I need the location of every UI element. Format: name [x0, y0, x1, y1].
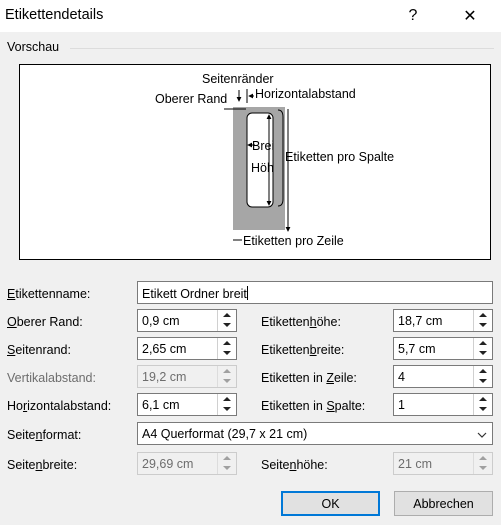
preview-breite: Brei	[252, 139, 275, 153]
etikettenbreite-label: Etikettenbreite:	[261, 343, 345, 357]
etikettenhoehe-stepper[interactable]: 18,7 cm	[393, 309, 493, 332]
oberer-rand-label: Oberer Rand:	[7, 315, 83, 329]
horizontalabstand-value: 6,1 cm	[142, 398, 180, 412]
spin-down-icon[interactable]	[218, 320, 236, 330]
seitenhoehe-spin	[473, 453, 492, 474]
horizontalabstand-stepper[interactable]: 6,1 cm	[137, 393, 237, 416]
help-button[interactable]: ?	[390, 0, 436, 32]
etiketten-in-zeile-label: Etiketten in Zeile:	[261, 371, 357, 385]
help-icon: ?	[408, 7, 418, 24]
etikettenname-value: Etikett Ordner breit	[142, 287, 247, 301]
oberer-rand-stepper[interactable]: 0,9 cm	[137, 309, 237, 332]
spin-up-icon[interactable]	[474, 394, 492, 404]
etikettenbreite-spin[interactable]	[473, 338, 492, 359]
seitenformat-select[interactable]: A4 Querformat (29,7 x 21 cm)	[137, 422, 493, 445]
etiketten-in-spalte-spin[interactable]	[473, 394, 492, 415]
etiketten-in-spalte-stepper[interactable]: 1	[393, 393, 493, 416]
spin-down-icon[interactable]	[218, 404, 236, 414]
seitenhoehe-label: Seitenhöhe:	[261, 458, 328, 472]
etikettenname-input[interactable]: Etikett Ordner breit	[137, 281, 493, 304]
seitenformat-value: A4 Querformat (29,7 x 21 cm)	[142, 427, 308, 441]
spin-up-icon[interactable]	[474, 338, 492, 348]
etikettenbreite-value: 5,7 cm	[398, 342, 436, 356]
etiketten-in-spalte-value: 1	[398, 398, 405, 412]
oberer-rand-spin[interactable]	[217, 310, 236, 331]
etikettenhoehe-label: Etikettenhöhe:	[261, 315, 341, 329]
close-icon: ✕	[463, 8, 477, 25]
seitenhoehe-stepper: 21 cm	[393, 452, 493, 475]
spin-down-icon[interactable]	[218, 348, 236, 358]
ok-button[interactable]: OK	[281, 491, 380, 516]
text-caret	[246, 286, 248, 300]
etiketten-in-zeile-value: 4	[398, 370, 405, 384]
close-button[interactable]: ✕	[447, 0, 493, 32]
spin-up-icon	[474, 453, 492, 463]
seitenrand-label: Seitenrand:	[7, 343, 71, 357]
preview-oberer-rand: Oberer Rand	[155, 92, 228, 106]
preview-etiketten-pro-spalte: Etiketten pro Spalte	[285, 150, 395, 164]
etiketten-in-spalte-label: Etiketten in Spalte:	[261, 399, 366, 413]
etikettenhoehe-spin[interactable]	[473, 310, 492, 331]
spin-up-icon[interactable]	[218, 338, 236, 348]
seitenrand-spin[interactable]	[217, 338, 236, 359]
horizontalabstand-spin[interactable]	[217, 394, 236, 415]
seitenformat-label: Seitenformat:	[7, 428, 82, 442]
seitenbreite-label: Seitenbreite:	[7, 458, 78, 472]
etikettenname-label: Etikettenname:	[7, 287, 91, 301]
etikettenbreite-stepper[interactable]: 5,7 cm	[393, 337, 493, 360]
window-title: Etikettendetails	[5, 7, 104, 23]
preview-etiketten-pro-zeile: Etiketten pro Zeile	[243, 234, 344, 248]
vertikalabstand-label: Vertikalabstand:	[7, 371, 96, 385]
seitenbreite-value: 29,69 cm	[142, 457, 194, 471]
spin-up-icon[interactable]	[218, 394, 236, 404]
spin-up-icon[interactable]	[474, 366, 492, 376]
preview-seitenraender: Seitenränder	[202, 72, 274, 86]
cancel-button[interactable]: Abbrechen	[394, 491, 493, 516]
chevron-down-icon[interactable]	[472, 423, 492, 446]
preview-group-label: Vorschau	[7, 40, 60, 54]
vertikalabstand-spin	[217, 366, 236, 387]
spin-up-icon	[218, 366, 236, 376]
etiketten-in-zeile-spin[interactable]	[473, 366, 492, 387]
seitenhoehe-value: 21 cm	[398, 457, 433, 471]
spin-down-icon	[474, 463, 492, 473]
seitenrand-stepper[interactable]: 2,65 cm	[137, 337, 237, 360]
spin-down-icon	[218, 376, 236, 386]
spin-up-icon[interactable]	[474, 310, 492, 320]
preview-hoehe: Höh	[251, 161, 274, 175]
preview-horizontalabstand: Horizontalabstand	[255, 87, 356, 101]
seitenbreite-spin	[217, 453, 236, 474]
spin-down-icon[interactable]	[474, 348, 492, 358]
etiketten-in-zeile-stepper[interactable]: 4	[393, 365, 493, 388]
spin-up-icon	[218, 453, 236, 463]
spin-down-icon[interactable]	[474, 320, 492, 330]
group-divider	[70, 48, 494, 49]
preview-panel: Seitenränder Horizontalabstand Oberer Ra…	[19, 64, 491, 260]
etikettenhoehe-value: 18,7 cm	[398, 314, 443, 328]
seitenbreite-stepper: 29,69 cm	[137, 452, 237, 475]
spin-down-icon	[218, 463, 236, 473]
spin-down-icon[interactable]	[474, 376, 492, 386]
vertikalabstand-stepper: 19,2 cm	[137, 365, 237, 388]
spin-down-icon[interactable]	[474, 404, 492, 414]
vertikalabstand-value: 19,2 cm	[142, 370, 187, 384]
horizontalabstand-label: Horizontalabstand:	[7, 399, 112, 413]
spin-up-icon[interactable]	[218, 310, 236, 320]
oberer-rand-value: 0,9 cm	[142, 314, 180, 328]
seitenrand-value: 2,65 cm	[142, 342, 187, 356]
